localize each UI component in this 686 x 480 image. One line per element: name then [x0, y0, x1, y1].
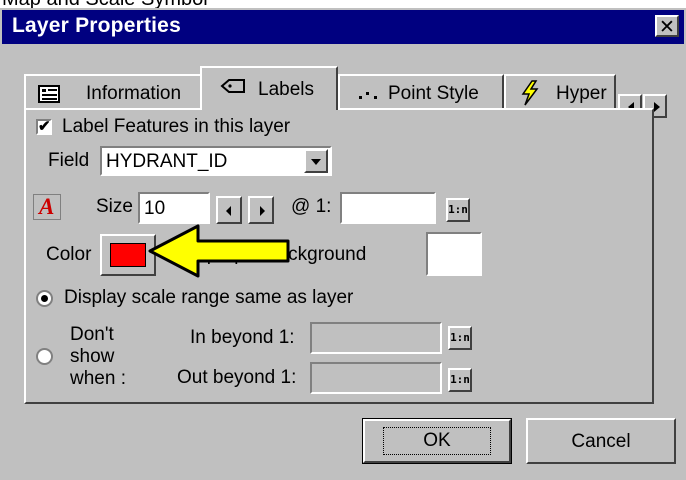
dont-show-radio[interactable] — [36, 348, 53, 365]
tab-point-style-label: Point Style — [388, 83, 479, 104]
font-icon: A — [39, 194, 55, 219]
tab-labels[interactable]: Labels — [200, 66, 338, 110]
background-color-button[interactable] — [426, 232, 482, 276]
font-button[interactable]: A — [33, 194, 61, 220]
color-label: Color — [46, 244, 92, 265]
tab-information-label: Information — [86, 83, 182, 104]
ok-button-label: OK — [423, 430, 451, 451]
label-features-label: Label Features in this layer — [62, 116, 291, 137]
dont-show-line2: show — [70, 346, 115, 367]
info-icon — [38, 85, 60, 103]
dont-show-line3: when : — [70, 368, 126, 389]
scale-picker-button[interactable]: 1:n — [446, 198, 470, 222]
display-scale-radio[interactable] — [36, 290, 53, 307]
out-beyond-input[interactable] — [310, 362, 442, 394]
chevron-down-icon — [311, 159, 321, 165]
label-icon — [220, 78, 248, 100]
tab-labels-label: Labels — [258, 79, 314, 100]
arrow-right-small-icon — [260, 206, 265, 216]
in-beyond-label: In beyond 1: — [190, 327, 295, 348]
dont-show-line1: Don't — [70, 324, 114, 345]
color-swatch — [110, 243, 146, 267]
in-beyond-scale-button[interactable]: 1:n — [448, 326, 472, 350]
cancel-button[interactable]: Cancel — [526, 418, 676, 464]
in-beyond-input[interactable] — [310, 322, 442, 354]
tab-hyper-label: Hyper — [556, 83, 607, 104]
tab-hyper[interactable]: Hyper — [504, 74, 616, 110]
dialog-title: Layer Properties — [12, 14, 181, 37]
out-beyond-scale-button[interactable]: 1:n — [448, 368, 472, 392]
tab-point-style[interactable]: Point Style — [338, 74, 504, 110]
field-dropdown-button[interactable] — [304, 149, 328, 173]
annotation-arrow-icon — [148, 224, 290, 278]
out-beyond-label: Out beyond 1: — [177, 367, 297, 388]
field-select-value: HYDRANT_ID — [106, 151, 228, 172]
lightning-icon — [520, 80, 540, 110]
ok-button[interactable]: OK — [362, 418, 512, 464]
tab-information[interactable]: Information — [24, 74, 204, 110]
scale-input[interactable] — [340, 192, 436, 224]
size-label: Size — [96, 196, 133, 217]
arrow-left-small-icon — [226, 206, 231, 216]
scale-label: @ 1: — [291, 196, 332, 217]
close-button[interactable]: ✕ — [655, 15, 679, 38]
display-scale-label: Display scale range same as layer — [64, 287, 354, 308]
cancel-button-label: Cancel — [571, 431, 631, 452]
label-features-checkbox[interactable]: ✔ — [36, 119, 52, 135]
size-input-value: 10 — [144, 198, 166, 219]
point-style-icon — [358, 86, 380, 108]
field-label: Field — [48, 150, 90, 171]
background-color-swatch — [434, 240, 474, 268]
field-select[interactable]: HYDRANT_ID — [100, 146, 332, 176]
